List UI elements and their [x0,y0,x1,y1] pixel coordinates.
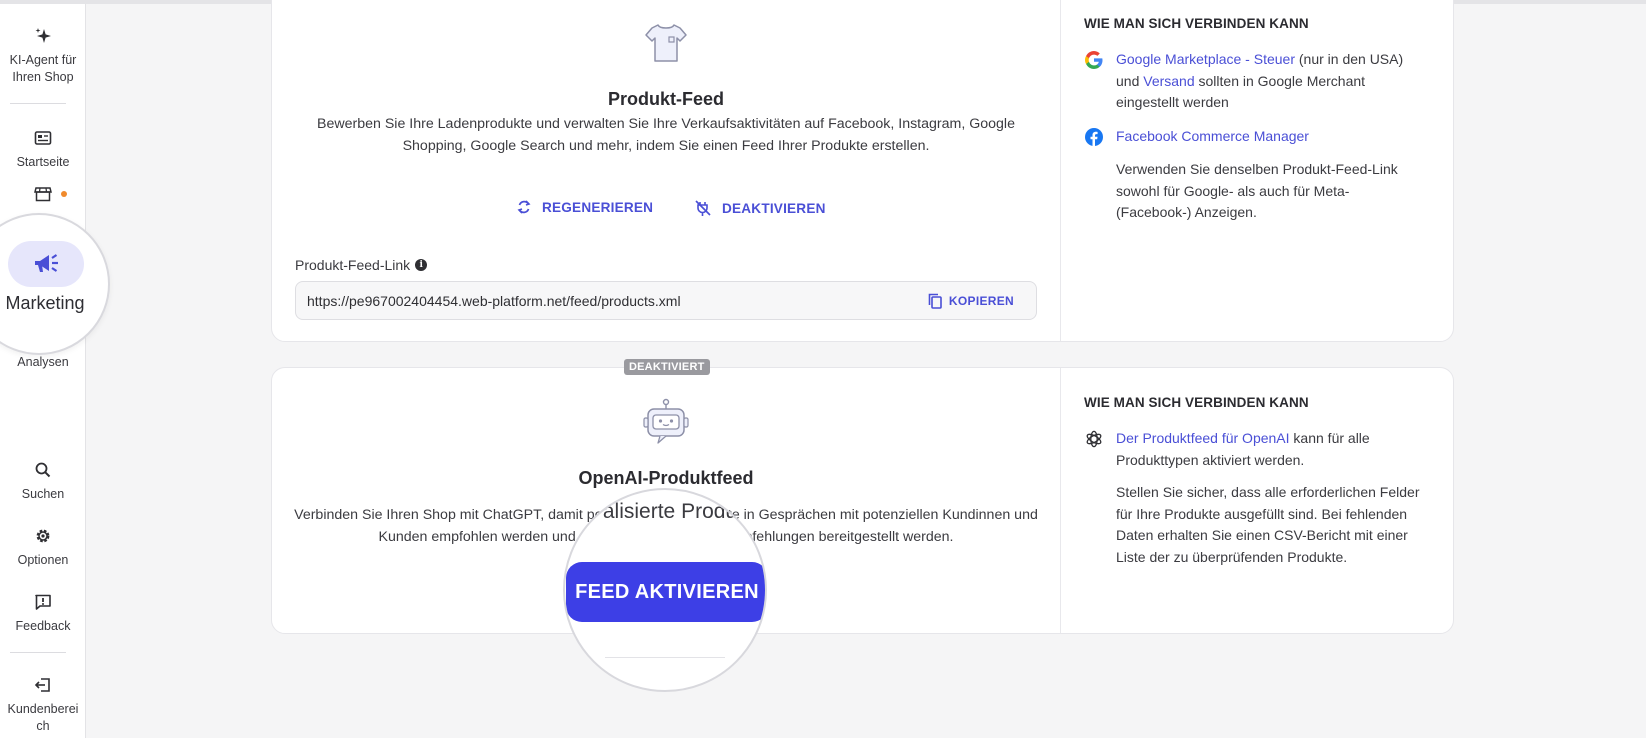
gear-icon [36,529,50,543]
sidebar-item-feedback[interactable]: Feedback [0,592,86,635]
sidebar: KI-Agent für Ihren Shop Startseite Analy… [0,4,86,738]
openai-feed-link[interactable]: Der Produktfeed für OpenAI [1116,430,1290,446]
deactivate-button[interactable]: DEAKTIVIEREN [694,199,826,217]
notification-dot [61,191,67,197]
activate-feed-button[interactable]: FEED AKTIVIEREN [566,562,765,622]
sidebar-item-label: Feedback [15,619,71,633]
lens-divider [605,657,725,658]
google-connect-info: Google Marketplace - Steuer (nur in den … [1084,49,1424,114]
product-feed-description: Bewerben Sie Ihre Ladenprodukte und verw… [317,116,1015,154]
openai-requirements-note: Stellen Sie sicher, dass alle erforderli… [1084,482,1424,568]
google-icon-wrap [1084,49,1116,114]
copy-label: KOPIEREN [948,294,1014,308]
deactivate-label: DEAKTIVIEREN [722,200,826,216]
facebook-commerce-link[interactable]: Facebook Commerce Manager [1116,128,1309,144]
zoom-lens: alisierte Produ FEED AKTIVIEREN [563,488,767,692]
sidebar-item-label: Optionen [17,553,69,567]
feed-link-label-text: Produkt-Feed-Link [295,257,411,273]
sidebar-item-label: KI-Agent für Ihren Shop [9,53,77,84]
sidebar-divider [10,652,66,653]
product-feed-card: Produkt-Feed Bewerben Sie Ihre Ladenprod… [271,0,1454,342]
google-marketplace-link[interactable]: Google Marketplace - Steuer [1116,51,1295,67]
connect-heading: WIE MAN SICH VERBINDEN KANN [1084,395,1309,410]
sidebar-item-analysen[interactable]: Analysen [0,354,86,371]
openai-feed-title: OpenAI-Produktfeed [578,468,754,488]
sidebar-item-optionen[interactable]: Optionen [0,526,86,569]
unplug-icon [695,200,711,216]
feed-link-value: https://pe967002404454.web-platform.net/… [307,293,681,309]
store-icon [34,187,52,202]
sidebar-divider [10,103,66,104]
sidebar-item-label: Startseite [16,155,70,169]
regenerate-label: REGENERIEREN [542,199,654,215]
feed-link-note: Verwenden Sie denselben Produkt-Feed-Lin… [1084,159,1424,224]
shipping-link[interactable]: Versand [1143,73,1194,89]
feedback-icon [35,594,51,610]
openai-icon [1086,430,1102,448]
dashboard-icon [34,131,52,145]
openai-icon-wrap [1084,428,1116,471]
marketing-active-pill [8,241,84,287]
sidebar-item-kundenbereich[interactable]: Kundenbereich [0,675,86,735]
feed-link-label: Produkt-Feed-Link i [295,257,428,273]
connect-heading: WIE MAN SICH VERBINDEN KANN [1084,16,1309,31]
sidebar-item-suchen[interactable]: Suchen [0,460,86,503]
google-icon [1085,51,1103,69]
sidebar-item-ki-agent[interactable]: KI-Agent für Ihren Shop [0,26,86,86]
openai-connect-info: Der Produktfeed für OpenAI kann für alle… [1084,428,1424,471]
copy-button[interactable]: KOPIEREN [928,293,1014,309]
google-connect-text: Google Marketplace - Steuer (nur in den … [1116,49,1424,114]
card-divider [1060,0,1061,341]
openai-note-text: Stellen Sie sicher, dass alle erforderli… [1116,484,1420,565]
tshirt-icon [645,24,687,62]
status-badge: DEAKTIVIERT [624,359,710,375]
card-divider [1060,368,1061,633]
megaphone-icon [35,254,58,272]
feed-link-field[interactable]: https://pe967002404454.web-platform.net/… [295,281,1037,320]
feed-link-note-text: Verwenden Sie denselben Produkt-Feed-Lin… [1116,161,1398,220]
sidebar-item-startseite[interactable]: Startseite [0,128,86,171]
sidebar-item-store[interactable] [0,184,86,210]
openai-feed-card: OpenAI-Produktfeed Verbinden Sie Ihren S… [271,367,1454,634]
logout-icon [34,678,50,692]
sidebar-item-label: Kundenbereich [7,702,79,733]
facebook-icon-wrap [1084,126,1116,152]
copy-icon [928,293,942,309]
product-feed-title: Produkt-Feed [607,89,724,109]
regenerate-button[interactable]: REGENERIEREN [516,199,653,215]
sidebar-item-label: Marketing [5,293,85,313]
sparkle-icon [35,28,51,43]
sidebar-item-label: Suchen [21,487,65,501]
lens-zoomed-text: alisierte Produ [602,500,738,523]
sidebar-item-label: Analysen [17,355,69,369]
facebook-icon [1085,128,1103,146]
search-icon [35,462,51,478]
refresh-icon [517,200,531,214]
info-icon[interactable]: i [415,259,428,271]
facebook-connect-info: Facebook Commerce Manager [1084,126,1424,152]
robot-icon [643,398,689,444]
sidebar-item-marketing[interactable]: Marketing [0,213,110,355]
